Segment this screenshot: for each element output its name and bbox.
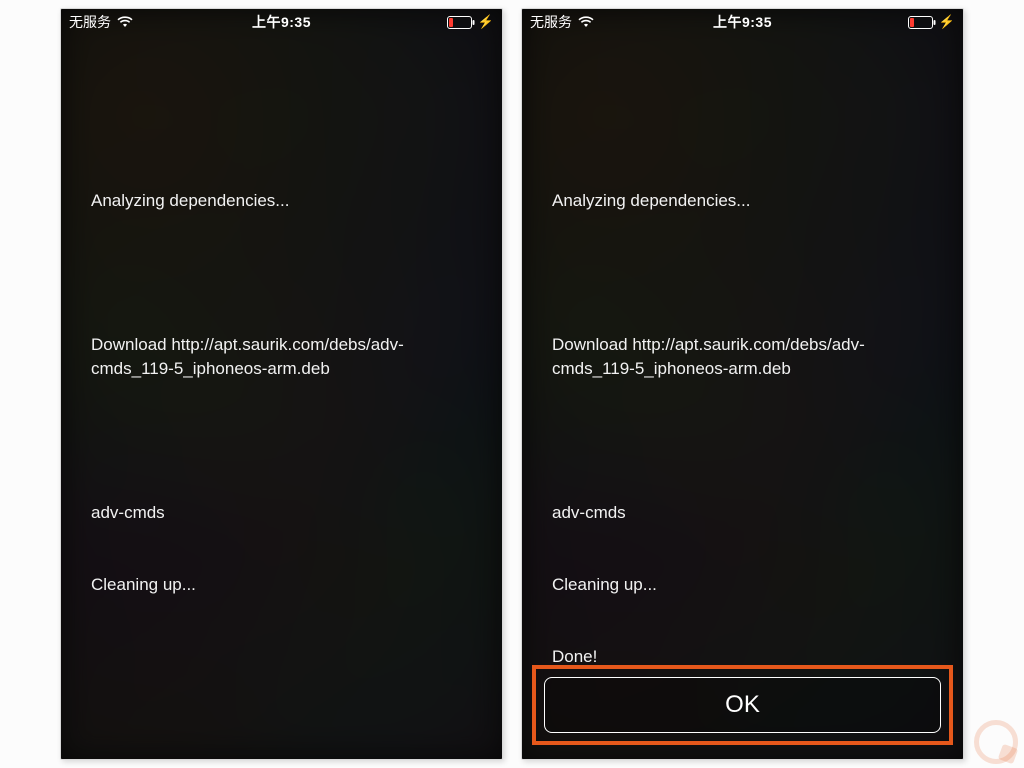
charging-icon: ⚡ [939,14,955,30]
ok-highlight-box: OK [532,665,953,745]
carrier-label: 无服务 [530,12,572,32]
log-blank [552,429,933,453]
comparison-stage: 无服务 上午9:35 ⚡ [60,8,964,760]
phone-left: 无服务 上午9:35 ⚡ [60,8,503,760]
log-line: Analyzing dependencies... [91,189,472,213]
carrier-label: 无服务 [69,12,111,32]
log-line: Analyzing dependencies... [552,189,933,213]
log-blank [552,261,933,285]
charging-icon: ⚡ [478,14,494,30]
log-line: Cleaning up... [91,573,472,597]
carrier-area: 无服务 [530,12,594,32]
status-right: ⚡ [447,14,494,30]
console-log-left: Analyzing dependencies... Download http:… [91,141,472,645]
ok-button-label: OK [725,691,760,719]
log-line: Download http://apt.saurik.com/debs/adv-… [552,333,933,381]
watermark [974,720,1018,764]
console-log-right: Analyzing dependencies... Download http:… [552,141,933,717]
battery-low-icon [447,16,475,29]
status-bar: 无服务 上午9:35 ⚡ [61,9,502,35]
ok-button[interactable]: OK [544,677,941,733]
clock-label: 上午9:35 [252,12,311,32]
log-line: adv-cmds [91,501,472,525]
log-blank [91,261,472,285]
wifi-icon [578,16,594,28]
status-right: ⚡ [908,14,955,30]
log-line: Cleaning up... [552,573,933,597]
battery-low-icon [908,16,936,29]
log-blank [91,429,472,453]
carrier-area: 无服务 [69,12,133,32]
phone-right: 无服务 上午9:35 ⚡ [521,8,964,760]
clock-label: 上午9:35 [713,12,772,32]
log-line: adv-cmds [552,501,933,525]
log-line: Download http://apt.saurik.com/debs/adv-… [91,333,472,381]
status-bar: 无服务 上午9:35 ⚡ [522,9,963,35]
wifi-icon [117,16,133,28]
